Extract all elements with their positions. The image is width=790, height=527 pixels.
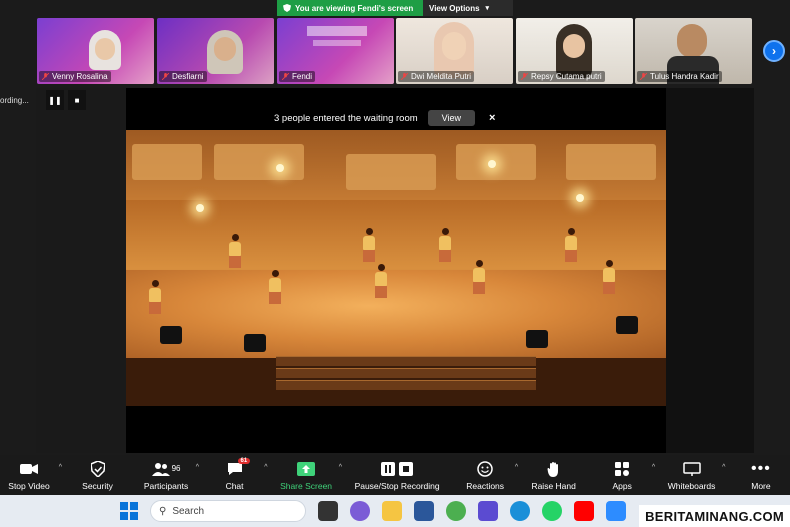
view-options-button[interactable]: View Options ▾	[423, 0, 513, 16]
mic-muted-icon	[42, 73, 49, 80]
viewing-text: You are viewing Fendi's screen	[295, 3, 414, 13]
chrome-icon[interactable]	[446, 501, 466, 521]
participant-name: Desfiarni	[159, 71, 207, 82]
security-button[interactable]: Security	[75, 460, 121, 491]
share-screen-icon	[297, 461, 316, 476]
recording-status: ording...	[0, 96, 29, 105]
taskbar-search-input[interactable]: ⚲ Search	[150, 500, 306, 522]
chat-button[interactable]: 61 Chat ^	[212, 457, 268, 491]
youtube-icon[interactable]	[574, 501, 594, 521]
stop-icon	[399, 461, 414, 476]
shield-icon	[90, 460, 105, 477]
shared-video	[126, 130, 666, 406]
pause-icon	[381, 461, 396, 476]
app-icon[interactable]	[478, 501, 498, 521]
chevron-right-icon: ›	[772, 44, 776, 58]
participant-name: Venny Rosalina	[39, 71, 111, 82]
chevron-up-icon[interactable]: ^	[196, 464, 199, 471]
whiteboard-icon	[682, 461, 701, 476]
participants-icon	[151, 462, 170, 476]
hand-icon	[547, 461, 558, 477]
waiting-room-notification: 3 people entered the waiting room View ×	[274, 108, 514, 128]
video-camera-icon	[20, 463, 38, 474]
apps-button[interactable]: Apps ^	[599, 460, 655, 491]
chevron-up-icon[interactable]: ^	[652, 464, 655, 471]
participant-strip: Venny Rosalina Desfiarni Fendi Dwi Meldi…	[37, 18, 757, 86]
chevron-up-icon[interactable]: ^	[722, 464, 725, 471]
shared-screen-margin-left	[36, 88, 126, 453]
recording-controls: ❚❚ ■	[46, 90, 88, 112]
chat-unread-badge: 61	[237, 457, 251, 464]
participant-tile[interactable]: Repsy Cutama putri	[516, 18, 633, 84]
search-placeholder: Search	[172, 505, 205, 517]
screen-share-banner: You are viewing Fendi's screen View Opti…	[277, 0, 513, 16]
meeting-toolbar: Stop Video ^ Security 96 Participants ^ …	[0, 455, 790, 495]
more-button[interactable]: ••• More	[738, 460, 784, 491]
pause-stop-recording-button[interactable]: Pause/Stop Recording	[355, 460, 440, 491]
raise-hand-button[interactable]: Raise Hand	[531, 460, 577, 491]
mic-muted-icon	[521, 73, 528, 80]
participant-tile[interactable]: Desfiarni	[157, 18, 274, 84]
participant-name: Dwi Meldita Putri	[398, 71, 475, 82]
shared-screen: 3 people entered the waiting room View ×	[36, 88, 754, 453]
view-options-label: View Options	[429, 3, 480, 13]
reactions-button[interactable]: Reactions ^	[462, 460, 518, 491]
participant-tile[interactable]: Dwi Meldita Putri	[396, 18, 513, 84]
stop-icon[interactable]: ■	[68, 90, 86, 110]
next-page-button[interactable]: ›	[763, 40, 785, 62]
mic-muted-icon	[162, 73, 169, 80]
view-waiting-room-button[interactable]: View	[427, 110, 476, 126]
chat-icon	[227, 462, 242, 475]
chevron-up-icon[interactable]: ^	[264, 464, 267, 471]
mic-muted-icon	[640, 73, 647, 80]
zoom-icon[interactable]	[606, 501, 626, 521]
edge-icon[interactable]	[510, 501, 530, 521]
watermark: BERITAMINANG.COM	[639, 505, 790, 527]
copilot-icon[interactable]	[350, 501, 370, 521]
smiley-icon	[477, 460, 493, 477]
apps-icon	[615, 461, 630, 476]
chevron-up-icon[interactable]: ^	[59, 464, 62, 471]
close-icon[interactable]: ×	[489, 112, 495, 124]
participant-name: Repsy Cutama putri	[518, 71, 605, 82]
participants-button[interactable]: 96 Participants ^	[143, 460, 199, 491]
shield-icon	[283, 4, 291, 12]
chevron-up-icon[interactable]: ^	[339, 464, 342, 471]
share-screen-button[interactable]: Share Screen ^	[280, 460, 342, 491]
stop-video-button[interactable]: Stop Video ^	[6, 460, 62, 491]
participant-tile[interactable]: Fendi	[277, 18, 394, 84]
participant-tile[interactable]: Venny Rosalina	[37, 18, 154, 84]
search-icon: ⚲	[159, 505, 167, 517]
participant-name: Tulus Handra Kadir	[637, 71, 722, 82]
mic-muted-icon	[401, 73, 408, 80]
whiteboards-button[interactable]: Whiteboards ^	[668, 460, 725, 491]
task-view-icon[interactable]	[318, 501, 338, 521]
chevron-down-icon: ▾	[485, 5, 490, 12]
whatsapp-icon[interactable]	[542, 501, 562, 521]
file-explorer-icon[interactable]	[382, 501, 402, 521]
windows-start-icon[interactable]	[120, 502, 138, 520]
chevron-up-icon[interactable]: ^	[515, 464, 518, 471]
shared-screen-margin-right	[666, 88, 754, 453]
participant-tile[interactable]: Tulus Handra Kadir	[635, 18, 752, 84]
zoom-window: You are viewing Fendi's screen View Opti…	[0, 0, 790, 527]
mic-muted-icon	[282, 73, 289, 80]
waiting-room-text: 3 people entered the waiting room	[274, 112, 418, 124]
word-icon[interactable]	[414, 501, 434, 521]
more-dots-icon: •••	[751, 459, 771, 477]
participant-name: Fendi	[279, 71, 316, 82]
pause-icon[interactable]: ❚❚	[46, 90, 64, 110]
viewing-indicator: You are viewing Fendi's screen	[277, 0, 423, 16]
